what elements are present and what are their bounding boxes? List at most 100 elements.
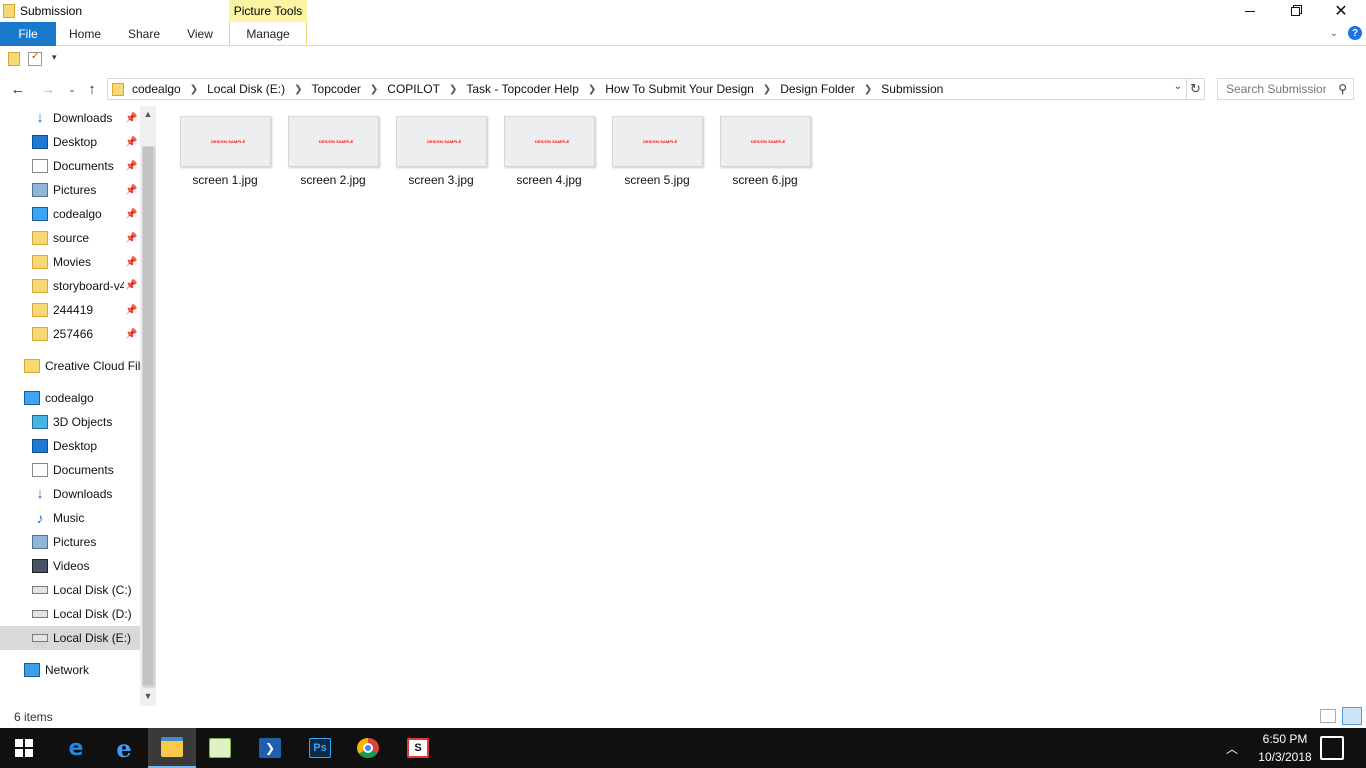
forward-button[interactable]: →	[38, 79, 58, 99]
file-item[interactable]: DESIGN SAMPLE screen 5.jpg	[608, 116, 706, 196]
pin-icon: 📌	[125, 328, 138, 340]
file-item[interactable]: DESIGN SAMPLE screen 2.jpg	[284, 116, 382, 196]
address-history-icon[interactable]: ⌄	[1174, 81, 1182, 92]
pc-icon	[32, 207, 48, 221]
clock[interactable]: 6:50 PM 10/3/2018	[1252, 730, 1318, 766]
nav-item-storyboard[interactable]: storyboard-v4	[0, 274, 124, 298]
sourcetree-icon: S	[407, 738, 429, 758]
nav-item-disk-d[interactable]: Local Disk (D:)	[0, 602, 140, 626]
action-center-icon[interactable]	[1320, 736, 1344, 760]
breadcrumb-copilot[interactable]: COPILOT	[387, 82, 440, 96]
scrollbar-thumb[interactable]	[142, 146, 154, 686]
refresh-button[interactable]: ↻	[1187, 78, 1205, 100]
search-box[interactable]: ⚲	[1217, 78, 1354, 100]
chevron-right-icon[interactable]: ❯	[763, 84, 771, 95]
chevron-right-icon[interactable]: ❯	[864, 84, 872, 95]
search-input[interactable]	[1226, 82, 1326, 96]
sourcetree-button[interactable]: S	[394, 728, 442, 768]
chevron-right-icon[interactable]: ❯	[449, 84, 457, 95]
chevron-right-icon[interactable]: ❯	[370, 84, 378, 95]
internet-explorer-button[interactable]: e	[100, 728, 148, 768]
nav-item-videos[interactable]: Videos	[0, 554, 140, 578]
customize-toolbar-icon[interactable]: ▾	[52, 52, 66, 66]
new-folder-icon[interactable]	[8, 52, 20, 66]
powershell-button[interactable]: ❯	[246, 728, 294, 768]
tab-share[interactable]: Share	[121, 22, 167, 46]
photoshop-button[interactable]: Ps	[296, 728, 344, 768]
nav-item-music[interactable]: ♪ Music	[0, 506, 140, 530]
breadcrumb-submission[interactable]: Submission	[881, 82, 943, 96]
restore-icon	[1290, 6, 1300, 16]
file-item[interactable]: DESIGN SAMPLE screen 1.jpg	[176, 116, 274, 196]
network-icon	[24, 663, 40, 677]
nav-item-3d-objects[interactable]: 3D Objects	[0, 410, 140, 434]
tab-manage[interactable]: Manage	[229, 22, 307, 46]
documents-icon	[32, 159, 48, 173]
back-button[interactable]: ←	[8, 79, 28, 99]
show-hidden-icons[interactable]: ︿	[1226, 740, 1238, 757]
ribbon-tabs: File Home Share View Manage ⌄ ?	[0, 22, 1366, 46]
close-button[interactable]: ✕	[1318, 0, 1364, 22]
nav-item-documents[interactable]: Documents 📌	[0, 154, 140, 178]
nav-item-pc-documents[interactable]: Documents	[0, 458, 140, 482]
maximize-button[interactable]	[1272, 0, 1318, 22]
taskbar: e e ❯ Ps S ︿ 6:50 PM 10/3/2018	[0, 728, 1366, 768]
nav-item-pc-pictures[interactable]: Pictures	[0, 530, 140, 554]
chevron-right-icon[interactable]: ❯	[190, 84, 198, 95]
expand-ribbon-icon[interactable]: ⌄	[1330, 28, 1338, 39]
large-icons-view-icon[interactable]	[1342, 707, 1362, 725]
up-button[interactable]: ↑	[82, 79, 102, 99]
chevron-right-icon[interactable]: ❯	[588, 84, 596, 95]
edge-button[interactable]: e	[52, 728, 100, 768]
nav-item-pictures[interactable]: Pictures 📌	[0, 178, 140, 202]
chevron-right-icon[interactable]: ❯	[294, 84, 302, 95]
image-thumbnail: DESIGN SAMPLE	[180, 116, 271, 167]
properties-icon[interactable]: ✓	[28, 51, 42, 66]
file-explorer-button[interactable]	[148, 728, 196, 768]
desktop-icon	[32, 439, 48, 453]
help-icon[interactable]: ?	[1348, 26, 1362, 40]
breadcrumb-topcoder[interactable]: Topcoder	[312, 82, 361, 96]
search-icon: ⚲	[1338, 82, 1347, 96]
file-item[interactable]: DESIGN SAMPLE screen 4.jpg	[500, 116, 598, 196]
music-icon: ♪	[36, 510, 44, 526]
nav-item-257466[interactable]: 257466 📌	[0, 322, 140, 346]
nav-item-creative-cloud[interactable]: Creative Cloud Files	[0, 354, 140, 378]
recent-locations-button[interactable]: ⌄	[62, 79, 82, 99]
minimize-button[interactable]	[1227, 0, 1273, 22]
breadcrumb-local-disk-e[interactable]: Local Disk (E:)	[207, 82, 285, 96]
notepad-plus-button[interactable]	[196, 728, 244, 768]
breadcrumb-how-to-submit[interactable]: How To Submit Your Design	[605, 82, 754, 96]
nav-item-pc-desktop[interactable]: Desktop	[0, 434, 140, 458]
tab-file[interactable]: File	[0, 22, 56, 46]
chrome-button[interactable]	[344, 728, 392, 768]
nav-item-network[interactable]: Network	[0, 658, 140, 682]
file-item[interactable]: DESIGN SAMPLE screen 3.jpg	[392, 116, 490, 196]
tab-view[interactable]: View	[180, 22, 220, 46]
refresh-icon: ↻	[1190, 81, 1201, 96]
nav-item-244419[interactable]: 244419 📌	[0, 298, 140, 322]
breadcrumb-task[interactable]: Task - Topcoder Help	[466, 82, 579, 96]
address-bar[interactable]: codealgo ❯ Local Disk (E:) ❯ Topcoder ❯ COP…	[107, 78, 1187, 100]
nav-item-source[interactable]: source 📌	[0, 226, 140, 250]
nav-item-this-pc[interactable]: codealgo	[0, 386, 140, 410]
nav-item-disk-c[interactable]: Local Disk (C:)	[0, 578, 140, 602]
breadcrumb-design-folder[interactable]: Design Folder	[780, 82, 855, 96]
nav-item-movies[interactable]: Movies 📌	[0, 250, 140, 274]
nav-item-pc-downloads[interactable]: ↓ Downloads	[0, 482, 140, 506]
scroll-up-icon[interactable]: ▲	[140, 106, 156, 122]
details-view-icon[interactable]	[1320, 709, 1336, 723]
nav-item-downloads[interactable]: ↓ Downloads 📌	[0, 106, 140, 130]
breadcrumb-codealgo[interactable]: codealgo	[132, 82, 181, 96]
nav-item-desktop[interactable]: Desktop 📌	[0, 130, 140, 154]
pin-icon: 📌	[125, 112, 138, 124]
nav-scrollbar[interactable]: ▲ ▼	[140, 106, 156, 706]
tab-home[interactable]: Home	[64, 22, 106, 46]
start-button[interactable]	[0, 728, 48, 768]
nav-item-disk-e[interactable]: Local Disk (E:)	[0, 626, 140, 650]
download-icon: ↓	[36, 485, 44, 502]
file-item[interactable]: DESIGN SAMPLE screen 6.jpg	[716, 116, 814, 196]
folder-icon	[32, 327, 48, 341]
nav-item-codealgo[interactable]: codealgo 📌	[0, 202, 140, 226]
scroll-down-icon[interactable]: ▼	[140, 688, 156, 704]
